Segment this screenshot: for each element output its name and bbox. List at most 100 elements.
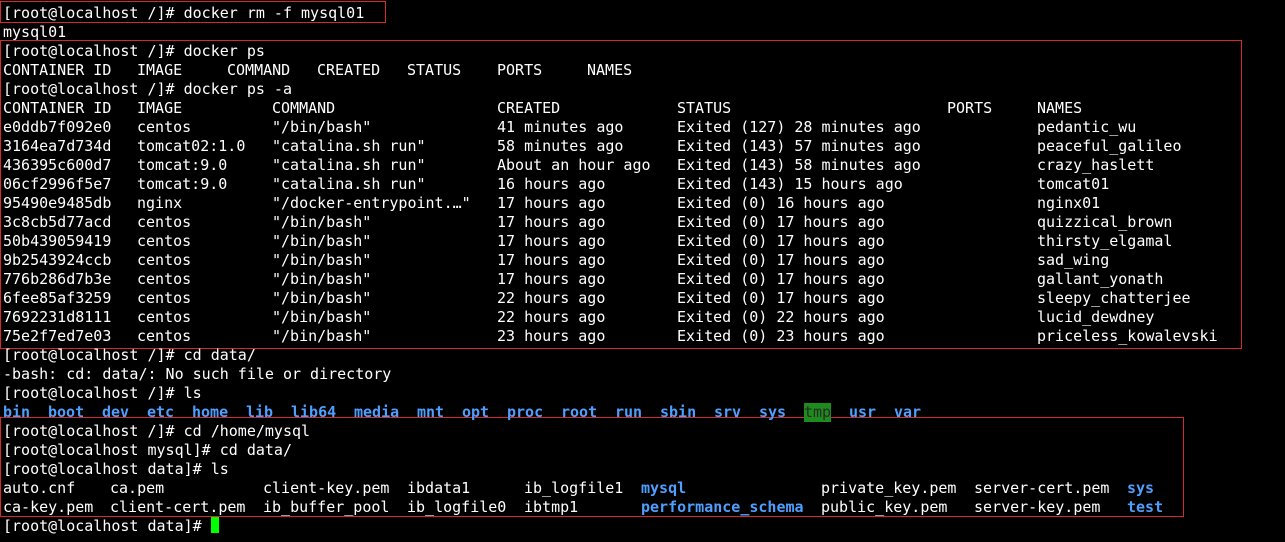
command-text: cd /home/mysql (183, 422, 311, 440)
command-text: ls (183, 384, 202, 402)
command-text: cd data/ (183, 346, 256, 364)
prompt: [root@localhost data]# (3, 460, 202, 478)
container-created: 23 hours ago (497, 327, 606, 345)
dir-entry-srv: srv (714, 403, 742, 421)
container-created: 17 hours ago (497, 270, 606, 288)
container-id: 06cf2996f5e7 (3, 175, 112, 193)
container-status: Exited (0) 17 hours ago (677, 213, 885, 231)
file-entry: public_key.pem (821, 498, 948, 516)
container-row: 7692231d8111 centos "/bin/bash" 22 hours ag… (3, 308, 1253, 327)
file-entry: ibdata1 (407, 479, 471, 497)
active-prompt-line[interactable]: [root@localhost data]# (3, 517, 219, 536)
container-id: 7692231d8111 (3, 308, 112, 326)
dir-entry-etc: etc (147, 403, 175, 421)
dir-entry-boot: boot (48, 403, 85, 421)
container-id: e0ddb7f092e0 (3, 118, 112, 136)
dir-entry-root: root (561, 403, 598, 421)
container-names: pedantic_wu (1037, 118, 1137, 136)
container-row: 3c8cb5d77acd centos "/bin/bash" 17 hours ag… (3, 213, 1253, 232)
container-names: gallant_yonath (1037, 270, 1164, 288)
container-names: quizzical_brown (1037, 213, 1173, 231)
container-row: 50b439059419 centos "/bin/bash" 17 hours ag… (3, 232, 1253, 251)
command-text: docker rm -f mysql01 (183, 4, 365, 22)
prompt: [root@localhost /]# (3, 346, 175, 364)
container-created: 17 hours ago (497, 213, 606, 231)
file-entry: ca-key.pem (3, 498, 94, 516)
dir-entry-run: run (615, 403, 643, 421)
container-status: Exited (143) 15 hours ago (677, 175, 903, 193)
container-created: About an hour ago (497, 156, 651, 174)
command-line-ls: [root@localhost /]# ls (3, 384, 202, 403)
command-text: docker ps -a (183, 80, 292, 98)
container-image: centos (137, 232, 192, 250)
dir-entry-sbin: sbin (660, 403, 697, 421)
file-entry: ib_logfile1 (524, 479, 624, 497)
container-status: Exited (0) 17 hours ago (677, 270, 885, 288)
container-status: Exited (0) 16 hours ago (677, 194, 885, 212)
directory-entry: sys (1127, 479, 1155, 497)
container-names: tomcat01 (1037, 175, 1110, 193)
container-status: Exited (0) 22 hours ago (677, 308, 885, 326)
container-id: 776b286d7b3e (3, 270, 112, 288)
container-created: 41 minutes ago (497, 118, 624, 136)
container-command: "/bin/bash" (272, 327, 372, 345)
dir-entry-lib64: lib64 (291, 403, 337, 421)
container-command: "/bin/bash" (272, 118, 372, 136)
dir-entry-sys: sys (759, 403, 787, 421)
prompt: [root@localhost /]# (3, 42, 175, 60)
container-image: tomcat:9.0 (137, 156, 228, 174)
container-command: "/docker-entrypoint.…" (272, 194, 471, 212)
container-image: tomcat:9.0 (137, 175, 228, 193)
file-entry: server-key.pem (974, 498, 1101, 516)
container-id: 75e2f7ed7e03 (3, 327, 112, 345)
directory-entry: test (1127, 498, 1164, 516)
file-entry: ib_logfile0 (407, 498, 507, 516)
container-command: "/bin/bash" (272, 251, 372, 269)
column-header: CREATED (317, 61, 381, 79)
column-header: COMMAND (227, 61, 291, 79)
container-image: centos (137, 251, 192, 269)
command-line-cd-data: [root@localhost mysql]# cd data/ (3, 441, 292, 460)
dir-entry-mnt: mnt (417, 403, 445, 421)
container-command: "/bin/bash" (272, 232, 372, 250)
container-id: 3164ea7d734d (3, 137, 112, 155)
command-line-ls-data: [root@localhost data]# ls (3, 460, 229, 479)
dir-entry-usr: usr (849, 403, 877, 421)
file-entry: ibtmp1 (524, 498, 579, 516)
container-row: e0ddb7f092e0 centos "/bin/bash" 41 minutes … (3, 118, 1253, 137)
container-names: sleepy_chatterjee (1037, 289, 1191, 307)
dir-entry-home: home (192, 403, 229, 421)
dir-entry-proc: proc (507, 403, 544, 421)
container-created: 58 minutes ago (497, 137, 624, 155)
container-id: 9b2543924ccb (3, 251, 112, 269)
container-id: 95490e9485db (3, 194, 112, 212)
ps-header-row: CONTAINER ID IMAGE COMMAND CREATED STATUS POR… (3, 61, 1003, 80)
text-cursor[interactable] (210, 517, 219, 533)
container-created: 16 hours ago (497, 175, 606, 193)
column-header: IMAGE (137, 99, 183, 117)
command-line-cd-mysql: [root@localhost /]# cd /home/mysql (3, 422, 310, 441)
container-image: centos (137, 308, 192, 326)
dir-entry-lib: lib (246, 403, 274, 421)
container-status: Exited (0) 17 hours ago (677, 251, 885, 269)
container-row: 9b2543924ccb centos "/bin/bash" 17 hours ag… (3, 251, 1253, 270)
command-text: cd data/ (219, 441, 292, 459)
prompt: [root@localhost /]# (3, 80, 175, 98)
container-command: "catalina.sh run" (272, 137, 426, 155)
container-names: nginx01 (1037, 194, 1101, 212)
container-status: Exited (143) 57 minutes ago (677, 137, 921, 155)
ls-data-row: auto.cnf ca.pem client-key.pem ibdata1 ib_lo… (3, 479, 1203, 498)
file-entry: ca.pem (110, 479, 165, 497)
container-status: Exited (0) 23 hours ago (677, 327, 885, 345)
container-names: sad_wing (1037, 251, 1110, 269)
container-status: Exited (0) 17 hours ago (677, 289, 885, 307)
container-command: "/bin/bash" (272, 308, 372, 326)
container-status: Exited (143) 58 minutes ago (677, 156, 921, 174)
container-command: "/bin/bash" (272, 270, 372, 288)
command-line-psa: [root@localhost /]# docker ps -a (3, 80, 292, 99)
container-status: Exited (127) 28 minutes ago (677, 118, 921, 136)
command-text: ls (210, 460, 229, 478)
command-line-cd: [root@localhost /]# cd data/ (3, 346, 256, 365)
container-image: centos (137, 118, 192, 136)
container-names: lucid_dewdney (1037, 308, 1155, 326)
